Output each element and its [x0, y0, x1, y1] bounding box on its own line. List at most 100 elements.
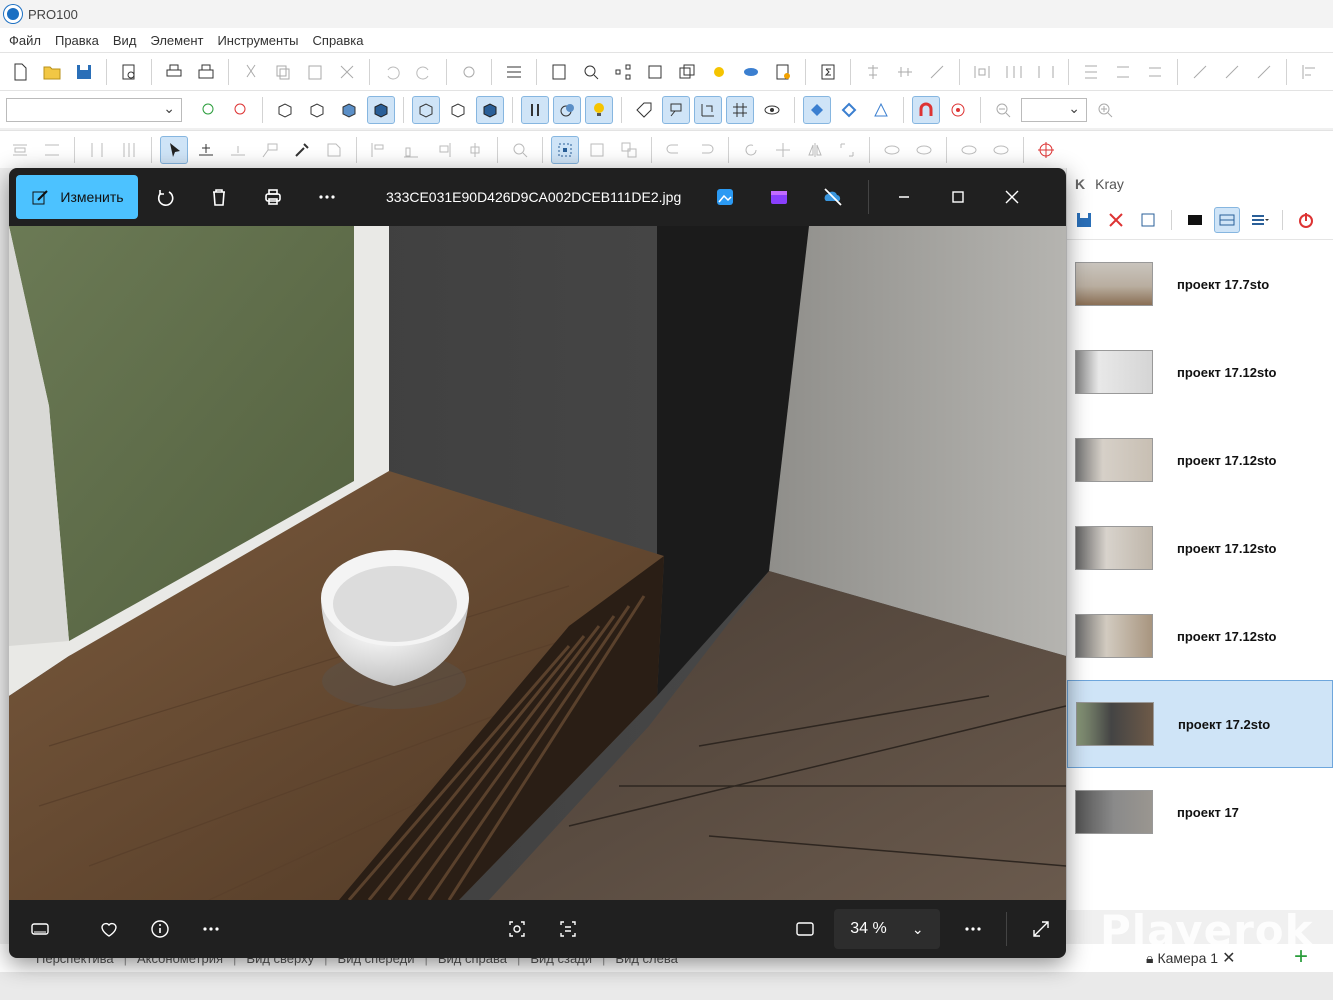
menu-tools[interactable]: Инструменты	[210, 33, 305, 48]
layer-select[interactable]	[6, 97, 182, 122]
texture-icon[interactable]	[521, 95, 549, 124]
insert-line-icon[interactable]	[192, 136, 220, 164]
stack-v-icon[interactable]	[6, 136, 34, 164]
paste-icon[interactable]	[301, 58, 329, 86]
onedrive-icon[interactable]	[806, 177, 860, 217]
align-bottom-left-icon[interactable]	[397, 136, 425, 164]
rotate-a-icon[interactable]	[1186, 58, 1214, 86]
kray-save-icon[interactable]	[1071, 207, 1097, 233]
maximize-icon[interactable]	[931, 177, 985, 217]
text-scan-icon[interactable]	[543, 909, 594, 949]
visual-search-icon[interactable]	[492, 909, 543, 949]
sum-icon[interactable]	[814, 58, 842, 86]
fullscreen-icon[interactable]	[1015, 909, 1066, 949]
tree-icon[interactable]	[609, 58, 637, 86]
copy-icon[interactable]	[269, 58, 297, 86]
structure-icon[interactable]	[641, 58, 669, 86]
distribute-h-icon[interactable]	[968, 58, 996, 86]
distribute-v3-icon[interactable]	[1141, 58, 1169, 86]
align-diag-icon[interactable]	[923, 58, 951, 86]
kray-item[interactable]: проект 17.12sto	[1067, 592, 1333, 680]
stack-h-icon[interactable]	[83, 136, 111, 164]
filmstrip-icon[interactable]	[15, 909, 66, 949]
gear-icon[interactable]	[455, 58, 483, 86]
stack-h2-icon[interactable]	[115, 136, 143, 164]
menu-view[interactable]: Вид	[106, 33, 144, 48]
more-icon[interactable]	[300, 177, 354, 217]
find-icon[interactable]	[506, 136, 534, 164]
snap-point-icon[interactable]	[803, 95, 831, 124]
eye-icon[interactable]	[758, 96, 786, 124]
printer-icon[interactable]	[246, 177, 300, 217]
open-folder-icon[interactable]	[38, 58, 66, 86]
cut-icon[interactable]	[237, 58, 265, 86]
menu-file[interactable]: Файл	[2, 33, 48, 48]
rotate-b-icon[interactable]	[1218, 58, 1246, 86]
more-zoom-options-icon[interactable]	[948, 909, 999, 949]
magnet-icon[interactable]	[912, 95, 940, 124]
align-left-icon[interactable]	[1295, 58, 1323, 86]
more-options-icon[interactable]	[185, 909, 236, 949]
trash-icon[interactable]	[192, 177, 246, 217]
measure-icon[interactable]	[694, 95, 722, 124]
cube-solid-icon[interactable]	[367, 95, 395, 124]
distribute-h2-icon[interactable]	[1000, 58, 1028, 86]
zoom-dropdown[interactable]: 34 % ⌄	[834, 909, 940, 949]
align-top-left-icon[interactable]	[365, 136, 393, 164]
zoom-out-icon[interactable]	[989, 96, 1017, 124]
clipchamp-icon[interactable]	[752, 177, 806, 217]
select-group-icon[interactable]	[551, 135, 579, 164]
snap-edge-icon[interactable]	[835, 96, 863, 124]
box-front-icon[interactable]	[412, 95, 440, 124]
rotate-icon[interactable]	[138, 177, 192, 217]
undo-icon[interactable]	[378, 58, 406, 86]
heart-icon[interactable]	[84, 909, 135, 949]
mirror-icon[interactable]	[801, 136, 829, 164]
sun-icon[interactable]	[705, 58, 733, 86]
kray-list-icon[interactable]	[1246, 207, 1272, 233]
cube-outline-icon[interactable]	[303, 96, 331, 124]
scale-icon[interactable]	[833, 136, 861, 164]
properties-icon[interactable]	[500, 58, 528, 86]
eye-settings-icon[interactable]	[955, 136, 983, 164]
kray-render-icon[interactable]	[1182, 207, 1208, 233]
menu-element[interactable]: Элемент	[143, 33, 210, 48]
new-file-icon[interactable]	[6, 58, 34, 86]
rotate-icon[interactable]	[737, 136, 765, 164]
search-icon[interactable]	[577, 58, 605, 86]
rotate-c-icon[interactable]	[1250, 58, 1278, 86]
align-right-icon[interactable]	[429, 136, 457, 164]
delete-icon[interactable]	[333, 58, 361, 86]
lightbulb-icon[interactable]	[585, 95, 613, 124]
tag-icon[interactable]	[630, 96, 658, 124]
eye-settings2-icon[interactable]	[987, 136, 1015, 164]
grid-icon[interactable]	[726, 95, 754, 124]
align-center-v-icon[interactable]	[859, 58, 887, 86]
kray-power-icon[interactable]	[1293, 207, 1319, 233]
settings-doc-icon[interactable]	[115, 58, 143, 86]
redo-icon[interactable]	[410, 58, 438, 86]
distribute-h3-icon[interactable]	[1032, 58, 1060, 86]
show-icon[interactable]	[910, 136, 938, 164]
step-back-icon[interactable]	[660, 136, 688, 164]
kray-item[interactable]: проект 17.12sto	[1067, 504, 1333, 592]
render-eye-icon[interactable]	[737, 58, 765, 86]
kray-item[interactable]: проект 17.12sto	[1067, 416, 1333, 504]
pointer-icon[interactable]	[160, 135, 188, 164]
dimension-icon[interactable]	[662, 95, 690, 124]
group-icon[interactable]	[583, 136, 611, 164]
move-icon[interactable]	[769, 136, 797, 164]
kray-item[interactable]: проект 17.12sto	[1067, 328, 1333, 416]
windows-icon[interactable]	[673, 58, 701, 86]
layer-add-icon[interactable]	[194, 96, 222, 124]
step-fwd-icon[interactable]	[692, 136, 720, 164]
cube-wire-icon[interactable]	[271, 96, 299, 124]
snap-angle-icon[interactable]	[867, 96, 895, 124]
kray-grid-icon[interactable]	[1214, 206, 1240, 233]
photos-app-icon[interactable]	[698, 177, 752, 217]
box-back-icon[interactable]	[444, 96, 472, 124]
kray-item[interactable]: проект 17	[1067, 768, 1333, 856]
close-icon[interactable]	[985, 177, 1039, 217]
print-icon[interactable]	[160, 58, 188, 86]
eyedropper-icon[interactable]	[288, 136, 316, 164]
